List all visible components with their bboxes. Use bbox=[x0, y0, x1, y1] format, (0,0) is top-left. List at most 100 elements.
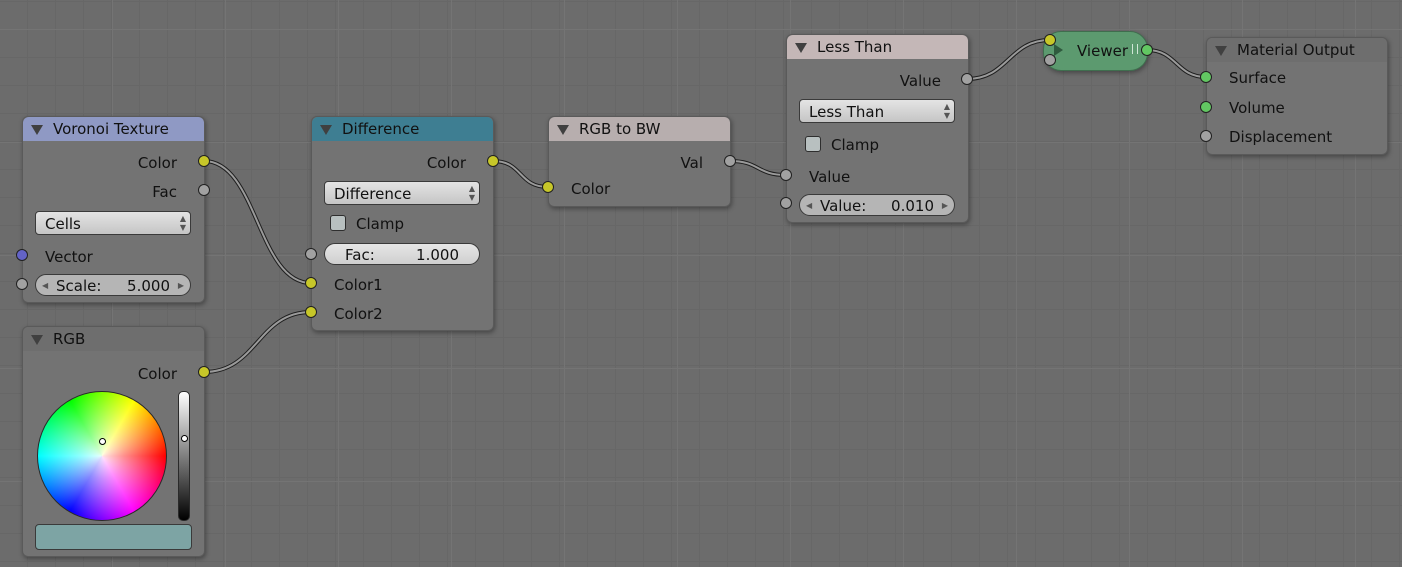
collapse-arrow-icon[interactable] bbox=[320, 125, 332, 135]
difference-node[interactable]: Difference Color Difference ▲ ▼ Clamp Fac… bbox=[311, 116, 494, 331]
rgb-to-bw-color-input-socket[interactable] bbox=[542, 181, 554, 193]
viewer-play-icon[interactable] bbox=[1054, 44, 1063, 56]
less-than-value2-input-socket[interactable] bbox=[780, 197, 792, 209]
difference-node-header[interactable]: Difference bbox=[312, 117, 493, 141]
node-link-4[interactable] bbox=[966, 39, 1051, 80]
clamp-label: Clamp bbox=[831, 136, 879, 154]
node-link-2[interactable] bbox=[492, 160, 549, 188]
collapse-arrow-icon[interactable] bbox=[795, 43, 807, 53]
increment-arrow-icon[interactable]: ▶ bbox=[942, 195, 948, 217]
fac-field[interactable]: Fac: 1.000 bbox=[324, 243, 480, 265]
input-label-volume: Volume bbox=[1229, 99, 1285, 117]
input-label-displacement: Displacement bbox=[1229, 128, 1333, 146]
node-link-outline bbox=[203, 159, 312, 285]
node-link-5[interactable] bbox=[1146, 49, 1207, 78]
node-link-outline bbox=[203, 310, 312, 374]
coloring-dropdown[interactable]: Cells ▲ ▼ bbox=[35, 211, 191, 235]
rgb-to-bw-node-header[interactable]: RGB to BW bbox=[549, 117, 730, 141]
node-title: Voronoi Texture bbox=[53, 120, 169, 138]
node-title: Material Output bbox=[1237, 41, 1355, 59]
material-output-node-header[interactable]: Material Output bbox=[1207, 38, 1387, 62]
node-links bbox=[203, 38, 1207, 374]
field-label: Value: bbox=[820, 197, 867, 215]
clamp-checkbox[interactable] bbox=[805, 136, 821, 152]
increment-arrow-icon[interactable]: ▶ bbox=[178, 275, 184, 297]
output-label-fac: Fac bbox=[152, 183, 177, 201]
dropdown-value: Less Than bbox=[809, 103, 885, 121]
clamp-checkbox[interactable] bbox=[330, 215, 346, 231]
voronoi-fac-output-socket[interactable] bbox=[198, 184, 210, 196]
collapse-arrow-icon[interactable] bbox=[31, 125, 43, 135]
node-title: Difference bbox=[342, 120, 420, 138]
dropdown-value: Cells bbox=[45, 215, 81, 233]
node-link-outline bbox=[966, 38, 1051, 81]
input-label-color2: Color2 bbox=[334, 305, 383, 323]
dropdown-arrows-icon: ▲ ▼ bbox=[179, 214, 186, 232]
voronoi-color-output-socket[interactable] bbox=[198, 155, 210, 167]
node-link-0[interactable] bbox=[203, 160, 312, 284]
node-link-3[interactable] bbox=[729, 160, 787, 176]
collapse-arrow-icon[interactable] bbox=[1215, 46, 1227, 56]
difference-color1-input-socket[interactable] bbox=[305, 277, 317, 289]
viewer-color-input-socket[interactable] bbox=[1044, 34, 1056, 46]
less-than-node[interactable]: Less Than Value Less Than ▲ ▼ Clamp Value… bbox=[786, 34, 969, 223]
color-swatch[interactable] bbox=[35, 524, 192, 550]
voronoi-texture-node[interactable]: Voronoi Texture Color Fac Cells ▲ ▼ Vecto… bbox=[22, 116, 205, 303]
voronoi-node-header[interactable]: Voronoi Texture bbox=[23, 117, 204, 141]
decrement-arrow-icon[interactable]: ◀ bbox=[806, 195, 812, 217]
output-label-value: Value bbox=[899, 72, 941, 90]
clamp-label: Clamp bbox=[356, 215, 404, 233]
node-title: RGB to BW bbox=[579, 120, 661, 138]
voronoi-vector-input-socket[interactable] bbox=[16, 249, 28, 261]
dropdown-arrows-icon: ▲ ▼ bbox=[943, 102, 950, 120]
color-wheel[interactable] bbox=[37, 391, 167, 521]
less-than-value-output-socket[interactable] bbox=[961, 73, 973, 85]
node-title: RGB bbox=[53, 330, 86, 348]
rgb-to-bw-node[interactable]: RGB to BW Val Color bbox=[548, 116, 731, 207]
difference-color-output-socket[interactable] bbox=[487, 155, 499, 167]
rgb-node[interactable]: RGB Color bbox=[22, 326, 205, 557]
output-volume-input-socket[interactable] bbox=[1200, 101, 1212, 113]
node-link-1[interactable] bbox=[203, 311, 312, 373]
viewer-alpha-input-socket[interactable] bbox=[1044, 54, 1056, 66]
decrement-arrow-icon[interactable]: ◀ bbox=[42, 275, 48, 297]
node-title: Less Than bbox=[817, 38, 893, 56]
material-output-node[interactable]: Material Output Surface Volume Displacem… bbox=[1206, 37, 1388, 155]
viewer-output-socket[interactable] bbox=[1141, 44, 1153, 56]
voronoi-scale-input-socket[interactable] bbox=[16, 278, 28, 290]
blend-type-dropdown[interactable]: Difference ▲ ▼ bbox=[324, 181, 480, 205]
less-than-value-input-socket[interactable] bbox=[780, 169, 792, 181]
input-label-color: Color bbox=[571, 180, 611, 198]
dropdown-value: Difference bbox=[334, 185, 412, 203]
collapse-arrow-icon[interactable] bbox=[557, 125, 569, 135]
rgb-node-header[interactable]: RGB bbox=[23, 327, 204, 351]
viewer-node[interactable]: Viewer bbox=[1043, 31, 1148, 71]
field-label: Fac: bbox=[345, 246, 375, 264]
operation-dropdown[interactable]: Less Than ▲ ▼ bbox=[799, 99, 955, 123]
scale-field[interactable]: ◀ Scale: 5.000 ▶ bbox=[35, 274, 191, 296]
color-wheel-cursor[interactable] bbox=[99, 438, 106, 445]
rgb-color-output-socket[interactable] bbox=[198, 366, 210, 378]
difference-fac-input-socket[interactable] bbox=[305, 248, 317, 260]
input-label-vector: Vector bbox=[45, 248, 93, 266]
viewer-grip-icon[interactable] bbox=[1132, 44, 1138, 54]
field-value: 0.010 bbox=[891, 197, 934, 215]
dropdown-arrows-icon: ▲ ▼ bbox=[468, 184, 475, 202]
field-value: 5.000 bbox=[127, 277, 170, 295]
output-displacement-input-socket[interactable] bbox=[1200, 130, 1212, 142]
difference-color2-input-socket[interactable] bbox=[305, 306, 317, 318]
output-surface-input-socket[interactable] bbox=[1200, 71, 1212, 83]
collapse-arrow-icon[interactable] bbox=[31, 335, 43, 345]
field-label: Scale: bbox=[56, 277, 102, 295]
rgb-to-bw-val-output-socket[interactable] bbox=[724, 155, 736, 167]
less-than-node-header[interactable]: Less Than bbox=[787, 35, 968, 59]
output-label-val: Val bbox=[680, 154, 703, 172]
brightness-slider[interactable] bbox=[178, 391, 190, 521]
node-link-outline bbox=[492, 159, 549, 189]
output-label-color: Color bbox=[426, 154, 466, 172]
brightness-slider-knob[interactable] bbox=[181, 435, 188, 442]
input-label-surface: Surface bbox=[1229, 69, 1287, 87]
node-link-outline bbox=[729, 159, 787, 177]
output-label-color: Color bbox=[137, 154, 177, 172]
value-field[interactable]: ◀ Value: 0.010 ▶ bbox=[799, 194, 955, 216]
